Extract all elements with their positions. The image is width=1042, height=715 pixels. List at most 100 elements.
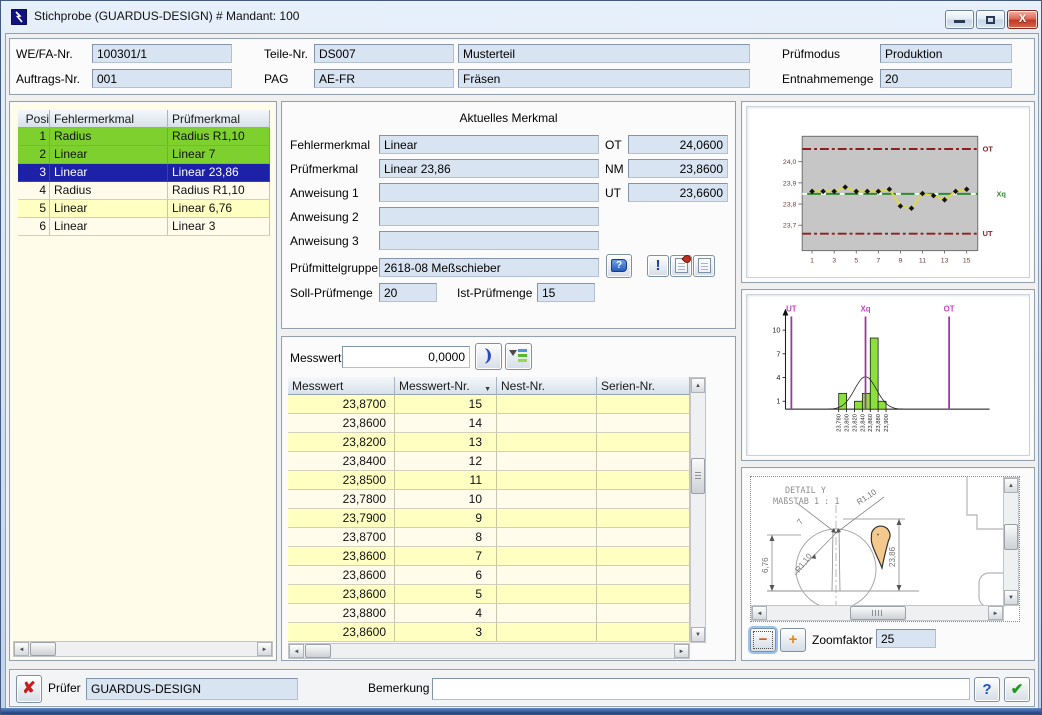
scroll-left-icon[interactable]: ◄ (14, 642, 29, 656)
svg-text:7: 7 (876, 257, 880, 264)
pruefmittel-info-button[interactable]: ? (606, 254, 632, 278)
cell-messwert: 23,8800 (288, 604, 395, 623)
scrollbar-thumb[interactable] (691, 458, 705, 494)
alarm-button[interactable]: ! (647, 255, 669, 277)
fehlermerkmal-field[interactable]: Linear (379, 135, 599, 154)
merkmal-row[interactable]: 4RadiusRadius R1,10 (18, 182, 270, 200)
entnahmemenge-field[interactable]: 20 (880, 69, 1012, 88)
messwert-input[interactable]: 0,0000 (342, 346, 470, 368)
column-header[interactable]: Posi (18, 110, 50, 128)
sort-filter-button[interactable] (505, 343, 532, 370)
messwert-hscrollbar[interactable]: ◄ ► (288, 643, 690, 659)
scrollbar-thumb[interactable] (850, 606, 906, 620)
messwert-row[interactable]: 23,86006 (288, 566, 690, 585)
merkmal-row[interactable]: 5LinearLinear 6,76 (18, 200, 270, 218)
cell-posi: 6 (18, 218, 50, 236)
scroll-down-icon[interactable]: ▼ (1004, 590, 1018, 605)
zoom-in-button[interactable]: + (780, 628, 806, 652)
scroll-right-icon[interactable]: ► (988, 606, 1003, 620)
cell-nest-nr (497, 604, 597, 623)
pag-nr-field[interactable]: AE-FR (314, 69, 454, 88)
auftrag-field[interactable]: 001 (92, 69, 232, 88)
scrollbar-thumb[interactable] (305, 644, 331, 658)
merkmal-list-panel: PosiFehlermerkmalPrüfmerkmal 1RadiusRadi… (9, 101, 277, 661)
svg-text:23,880: 23,880 (876, 413, 882, 432)
column-header[interactable]: Fehlermerkmal (50, 110, 168, 128)
merkmal-table-header[interactable]: PosiFehlermerkmalPrüfmerkmal (18, 110, 270, 128)
messwert-row[interactable]: 23,820013 (288, 433, 690, 452)
column-header[interactable]: Messwert (288, 377, 395, 395)
cell-pruefmerkmal: Radius R1,10 (168, 182, 270, 200)
messwert-row[interactable]: 23,840012 (288, 452, 690, 471)
column-header[interactable]: Prüfmerkmal (168, 110, 270, 128)
drawing-hscrollbar[interactable]: ◄ ► (751, 605, 1004, 621)
cell-messwert: 23,8700 (288, 528, 395, 547)
zoomfaktor-field[interactable]: 25 (876, 629, 936, 648)
svg-text:OT: OT (944, 305, 955, 314)
scroll-left-icon[interactable]: ◄ (752, 606, 767, 620)
scroll-right-icon[interactable]: ► (257, 642, 272, 656)
cell-nest-nr (497, 395, 597, 414)
anweisung1-field[interactable] (379, 183, 599, 202)
svg-text:23,860: 23,860 (868, 413, 874, 432)
messwert-row[interactable]: 23,79009 (288, 509, 690, 528)
scroll-up-icon[interactable]: ▲ (691, 378, 705, 393)
pruefer-field[interactable]: GUARDUS-DESIGN (86, 678, 298, 700)
messwert-row[interactable]: 23,86007 (288, 547, 690, 566)
messwert-row[interactable]: 23,86005 (288, 585, 690, 604)
cell-nest-nr (497, 528, 597, 547)
merkmal-row[interactable]: 3LinearLinear 23,86 (18, 164, 270, 182)
svg-text:UT: UT (983, 229, 993, 238)
drawing-vscrollbar[interactable]: ▲ ▼ (1003, 477, 1019, 606)
pin-icon (681, 253, 692, 264)
messwert-vscrollbar[interactable]: ▲ ▼ (690, 377, 706, 643)
cancel-button[interactable]: ✘ (16, 675, 42, 703)
ok-button[interactable]: ✔ (1004, 677, 1030, 702)
anweisung3-field[interactable] (379, 231, 599, 250)
column-header[interactable]: Serien-Nr. (597, 377, 690, 395)
minimize-button[interactable] (945, 10, 974, 29)
messwert-row[interactable]: 23,780010 (288, 490, 690, 509)
sort-desc-icon[interactable]: ▼ (484, 382, 491, 398)
help-button[interactable]: ? (974, 677, 1000, 702)
scroll-right-icon[interactable]: ► (674, 644, 689, 658)
messwert-row[interactable]: 23,87008 (288, 528, 690, 547)
column-header[interactable]: Nest-Nr. (497, 377, 597, 395)
pruefmodus-field[interactable]: Produktion (880, 44, 1012, 63)
apply-messwert-button[interactable]: ) (475, 343, 502, 370)
merkmal-row[interactable]: 1RadiusRadius R1,10 (18, 128, 270, 146)
pruefmerkmal-field[interactable]: Linear 23,86 (379, 159, 599, 178)
column-header[interactable]: Messwert-Nr.▼ (395, 377, 497, 395)
messwert-row[interactable]: 23,850011 (288, 471, 690, 490)
scroll-down-icon[interactable]: ▼ (691, 627, 705, 642)
zoom-out-button[interactable]: − (750, 628, 776, 652)
anweisung2-field[interactable] (379, 207, 599, 226)
cell-serien-nr (597, 490, 690, 509)
maximize-button[interactable] (976, 10, 1005, 29)
merkmal-hscrollbar[interactable]: ◄ ► (13, 641, 273, 657)
bemerkung-field[interactable] (432, 678, 970, 700)
scroll-up-icon[interactable]: ▲ (1004, 478, 1018, 493)
messwert-row[interactable]: 23,86003 (288, 623, 690, 642)
cell-messwert-nr: 6 (395, 566, 497, 585)
pruefmittelgruppe-field[interactable]: 2618-08 Meßschieber (379, 258, 599, 277)
cell-fehlermerkmal: Linear (50, 146, 168, 164)
merkmal-row[interactable]: 6LinearLinear 3 (18, 218, 270, 236)
wefa-field[interactable]: 100301/1 (92, 44, 232, 63)
document-button[interactable] (693, 255, 715, 277)
messwert-row[interactable]: 23,88004 (288, 604, 690, 623)
teile-nr-field[interactable]: DS007 (314, 44, 454, 63)
messwert-row[interactable]: 23,860014 (288, 414, 690, 433)
merkmal-row[interactable]: 2LinearLinear 7 (18, 146, 270, 164)
report-button[interactable] (670, 255, 692, 277)
cell-messwert: 23,8600 (288, 547, 395, 566)
scroll-left-icon[interactable]: ◄ (289, 644, 304, 658)
app-window: Stichprobe (GUARDUS-DESIGN) # Mandant: 1… (0, 0, 1042, 715)
close-button[interactable]: X (1007, 10, 1038, 29)
scrollbar-thumb[interactable] (30, 642, 56, 656)
pag-name-field[interactable]: Fräsen (458, 69, 750, 88)
title-bar[interactable]: Stichprobe (GUARDUS-DESIGN) # Mandant: 1… (1, 1, 1041, 33)
messwert-table-header[interactable]: MesswertMesswert-Nr.▼Nest-Nr.Serien-Nr. (288, 377, 690, 395)
teile-name-field[interactable]: Musterteil (458, 44, 750, 63)
scrollbar-thumb[interactable] (1004, 524, 1018, 550)
